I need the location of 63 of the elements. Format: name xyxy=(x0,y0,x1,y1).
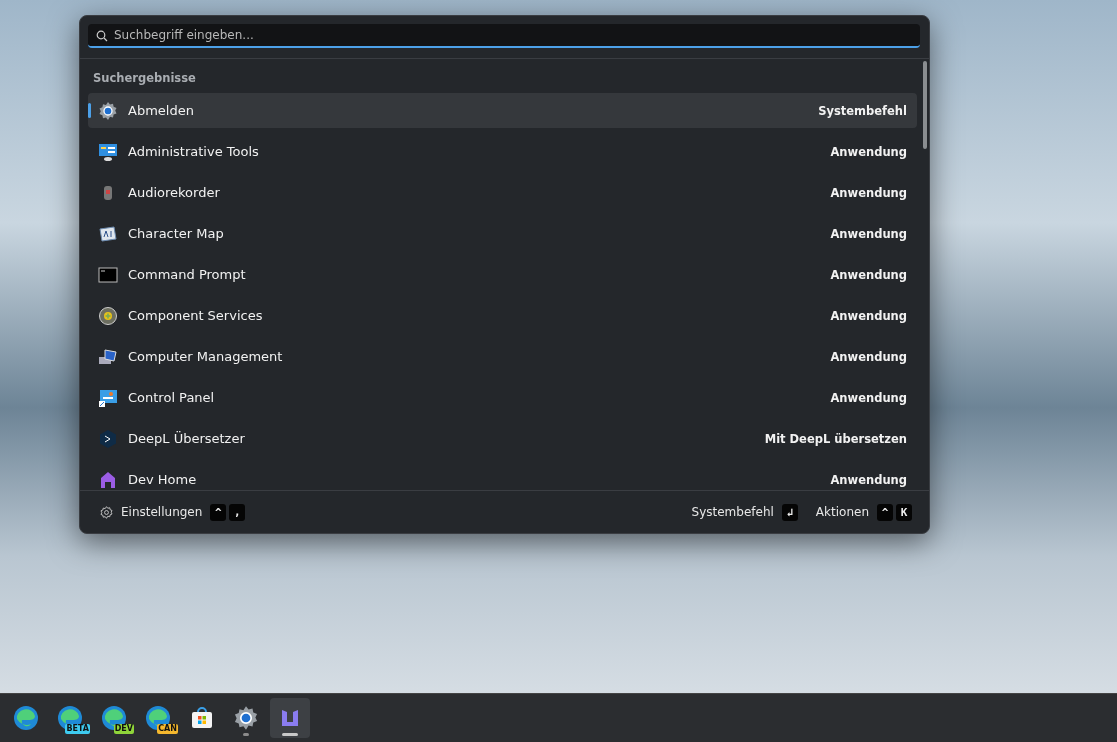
result-title: Audiorekorder xyxy=(128,185,221,200)
computer-icon xyxy=(98,346,118,367)
result-title: Command Prompt xyxy=(128,267,247,282)
settings-icon xyxy=(233,705,259,731)
store-bag-icon xyxy=(190,706,214,730)
result-title: Component Services xyxy=(128,308,264,323)
taskbar-app-button[interactable]: CAN xyxy=(138,698,178,738)
taskbar-app-button[interactable] xyxy=(270,698,310,738)
scrollbar-thumb[interactable] xyxy=(923,61,927,149)
taskbar-app-button[interactable]: BETA xyxy=(50,698,90,738)
control-panel-icon xyxy=(98,387,118,408)
shortcut-key: ^ xyxy=(210,503,227,521)
gear-icon xyxy=(98,100,118,121)
result-title: Character Map xyxy=(128,226,225,241)
channel-badge: BETA xyxy=(65,724,90,734)
result-type: Anwendung xyxy=(830,472,907,487)
result-type: Anwendung xyxy=(830,349,907,364)
result-title: DeepL Übersetzer xyxy=(128,431,246,446)
result-item[interactable]: Audiorekorder Anwendung xyxy=(88,175,917,210)
settings-link[interactable]: Einstellungen xyxy=(121,505,203,519)
result-item[interactable]: Control Panel Anwendung xyxy=(88,380,917,415)
shortcut-key: , xyxy=(229,503,246,521)
search-icon xyxy=(96,30,108,42)
channel-badge: DEV xyxy=(113,724,134,734)
result-type: Anwendung xyxy=(830,267,907,282)
result-title: Abmelden xyxy=(128,103,195,118)
chevron-hexagon-icon xyxy=(98,428,118,449)
character-grid-icon xyxy=(98,223,118,244)
shortcut-key: ^ xyxy=(877,503,893,521)
result-item[interactable]: Administrative Tools Anwendung xyxy=(88,134,917,169)
result-type: Anwendung xyxy=(830,185,907,200)
footer-action[interactable]: Systembefehl xyxy=(691,505,774,519)
result-item[interactable]: Component Services Anwendung xyxy=(88,298,917,333)
result-type: Systembefehl xyxy=(818,103,907,118)
result-type: Anwendung xyxy=(830,226,907,241)
channel-badge: CAN xyxy=(157,724,178,734)
settings-icon xyxy=(100,505,113,519)
globe-icon xyxy=(98,305,118,326)
result-title: Dev Home xyxy=(128,472,198,487)
shortcut-key: ↲ xyxy=(781,503,798,521)
result-type: Mit DeepL übersetzen xyxy=(764,431,907,446)
shortcut-key: K xyxy=(896,503,912,521)
taskbar-app-button[interactable]: DEV xyxy=(94,698,134,738)
result-title: Computer Management xyxy=(128,349,284,364)
terminal-icon xyxy=(98,264,118,285)
monitor-icon xyxy=(98,141,118,162)
result-item[interactable]: Character Map Anwendung xyxy=(88,216,917,251)
result-item[interactable]: Dev Home Anwendung xyxy=(88,462,917,490)
result-type: Anwendung xyxy=(830,144,907,159)
result-type: Anwendung xyxy=(830,308,907,323)
result-title: Control Panel xyxy=(128,390,216,405)
result-item[interactable]: Computer Management Anwendung xyxy=(88,339,917,374)
house-icon xyxy=(98,469,118,490)
footer-action[interactable]: Aktionen xyxy=(815,505,869,519)
result-item[interactable]: Command Prompt Anwendung xyxy=(88,257,917,292)
selection-indicator xyxy=(88,103,91,118)
result-title: Administrative Tools xyxy=(128,144,260,159)
edge-browser-icon xyxy=(13,705,39,731)
search-field[interactable]: Suchbegriff eingeben... xyxy=(88,24,920,48)
section-heading: Suchergebnisse xyxy=(92,71,197,87)
result-type: Anwendung xyxy=(830,390,907,405)
result-item[interactable]: DeepL Übersetzer Mit DeepL übersetzen xyxy=(88,421,917,456)
result-item[interactable]: Abmelden Systembefehl xyxy=(88,93,917,128)
